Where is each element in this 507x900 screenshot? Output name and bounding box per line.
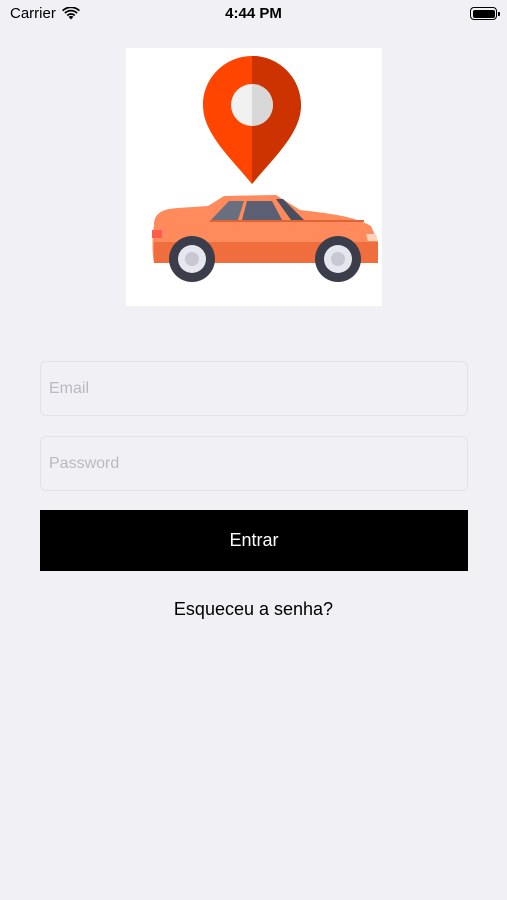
battery-icon (470, 7, 500, 20)
login-button[interactable]: Entrar (40, 510, 468, 571)
forgot-password-link[interactable]: Esqueceu a senha? (0, 599, 507, 620)
app-logo (126, 48, 382, 306)
status-bar: Carrier 4:44 PM (0, 0, 507, 28)
location-pin-car-icon (152, 56, 378, 282)
status-time: 4:44 PM (225, 5, 282, 22)
password-field[interactable] (40, 436, 468, 491)
email-field[interactable] (40, 361, 468, 416)
